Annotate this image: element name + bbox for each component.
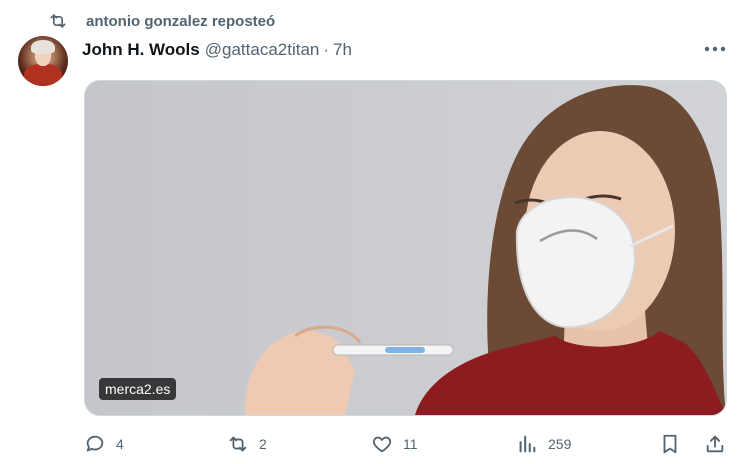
media-source-badge[interactable]: merca2.es — [99, 378, 177, 400]
repost-icon — [48, 11, 68, 31]
author-handle[interactable]: @gattaca2titan — [205, 40, 320, 60]
separator-dot: · — [323, 40, 330, 59]
avatar-coat — [24, 64, 62, 86]
repost-action-icon — [229, 436, 247, 452]
more-icon — [704, 46, 726, 52]
avatar-hair — [31, 40, 55, 54]
reply-icon — [86, 435, 104, 452]
views-button[interactable]: 259 — [516, 430, 571, 458]
repost-context[interactable]: antonio gonzalez reposteó — [48, 10, 275, 32]
reply-button[interactable]: 4 — [84, 430, 124, 458]
tweet-media[interactable]: merca2.es — [84, 80, 727, 416]
bookmark-icon — [663, 434, 677, 454]
views-count: 259 — [548, 436, 572, 452]
like-button[interactable]: 11 — [371, 430, 418, 458]
like-count: 11 — [403, 436, 418, 452]
share-button[interactable] — [704, 430, 726, 458]
bookmark-button[interactable] — [659, 430, 681, 458]
repost-label[interactable]: antonio gonzalez reposteó — [86, 13, 275, 30]
avatar[interactable] — [18, 36, 68, 86]
heart-icon — [372, 436, 392, 453]
share-icon — [706, 435, 724, 453]
author-name[interactable]: John H. Wools — [82, 40, 200, 60]
repost-count: 2 — [259, 436, 267, 452]
media-photo — [85, 81, 726, 415]
repost-button[interactable]: 2 — [227, 430, 267, 458]
tweet-header: John H. Wools @gattaca2titan · 7h — [82, 38, 352, 62]
views-icon — [519, 435, 536, 453]
reply-count: 4 — [116, 436, 124, 452]
tweet-time[interactable]: 7h — [333, 40, 352, 60]
more-options-button[interactable] — [700, 38, 730, 60]
tweet-actions: 4 2 11 259 — [0, 430, 756, 458]
